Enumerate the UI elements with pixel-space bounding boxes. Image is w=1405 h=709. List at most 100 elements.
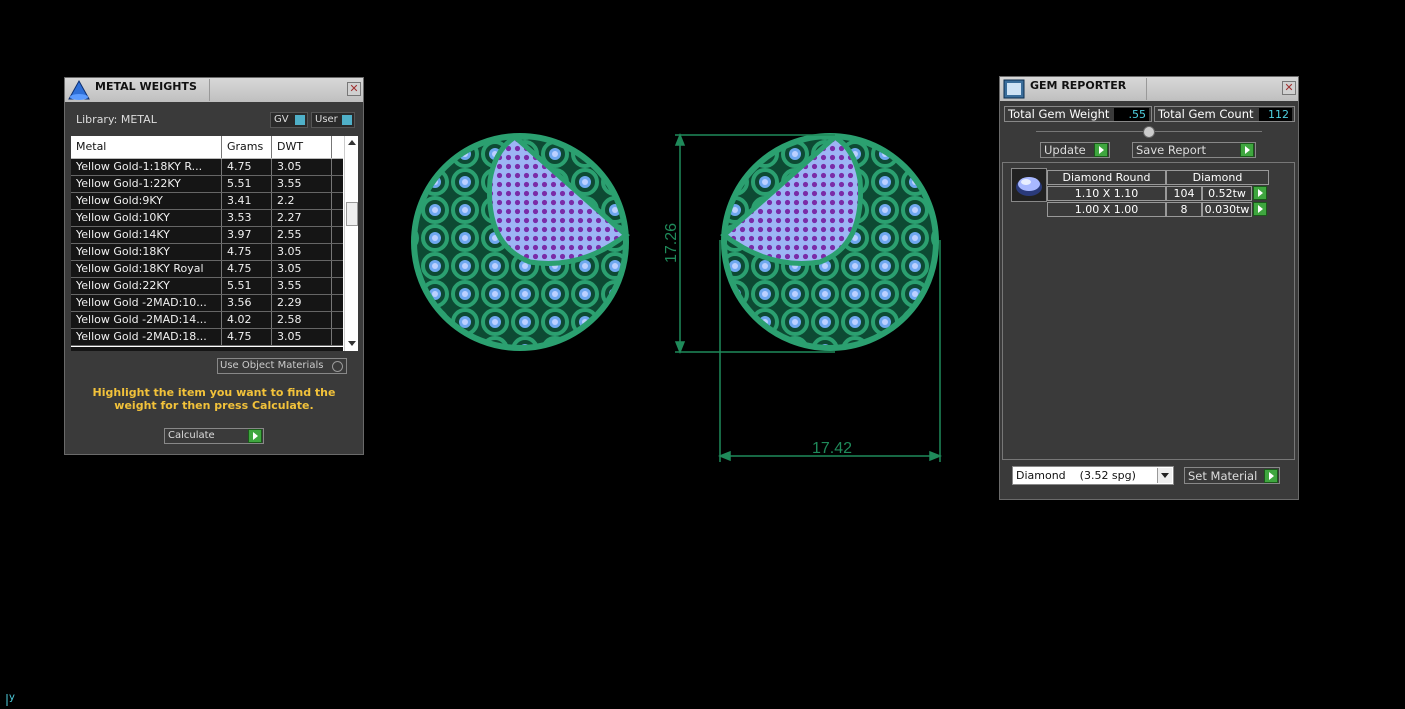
splitter-up-icon[interactable] bbox=[1143, 126, 1155, 138]
metal-table-header: Metal Grams DWT bbox=[71, 136, 343, 159]
col-sep bbox=[271, 329, 272, 345]
col-sep bbox=[331, 261, 332, 277]
col-sep bbox=[271, 176, 272, 192]
scroll-down-icon[interactable] bbox=[348, 341, 356, 346]
table-row-partial[interactable] bbox=[71, 347, 343, 351]
chevron-down-icon[interactable] bbox=[1157, 468, 1172, 483]
col-sep bbox=[331, 210, 332, 226]
table-row[interactable]: Yellow Gold-1:22KY 5.51 3.55 bbox=[71, 176, 343, 193]
metal-table[interactable]: Metal Grams DWT Yellow Gold-1:18KY R... 4… bbox=[71, 136, 358, 351]
metal-grams: 4.75 bbox=[227, 262, 252, 275]
table-row[interactable]: Yellow Gold:18KY 4.75 3.05 bbox=[71, 244, 343, 261]
save-report-button[interactable]: Save Report bbox=[1132, 142, 1256, 158]
col-sep bbox=[221, 312, 222, 328]
play-icon bbox=[1264, 469, 1278, 483]
col-sep bbox=[331, 329, 332, 345]
col-sep bbox=[271, 210, 272, 226]
col-sep bbox=[331, 136, 332, 158]
col-sep bbox=[271, 244, 272, 260]
close-icon[interactable]: ✕ bbox=[347, 82, 361, 96]
col-sep bbox=[331, 312, 332, 328]
table-row[interactable]: Yellow Gold -2MAD:18... 4.75 3.05 bbox=[71, 329, 343, 346]
play-icon bbox=[1094, 143, 1108, 157]
col-metal[interactable]: Metal bbox=[76, 140, 106, 153]
right-earring-pave-section bbox=[720, 133, 863, 266]
material-select[interactable]: Diamond (3.52 spg) bbox=[1012, 466, 1174, 485]
metal-grams: 4.75 bbox=[227, 245, 252, 258]
library-label: Library: METAL bbox=[76, 113, 157, 126]
col-sep bbox=[331, 244, 332, 260]
user-toggle[interactable]: User bbox=[311, 112, 355, 128]
col-dwt[interactable]: DWT bbox=[277, 140, 303, 153]
table-row[interactable]: Yellow Gold -2MAD:14... 4.02 2.58 bbox=[71, 312, 343, 329]
col-sep bbox=[271, 278, 272, 294]
diamond-icon bbox=[1016, 177, 1042, 196]
metal-name: Yellow Gold-1:22KY bbox=[76, 177, 181, 190]
table-row[interactable]: Yellow Gold:9KY 3.41 2.2 bbox=[71, 193, 343, 210]
col-sep bbox=[221, 295, 222, 311]
col-sep bbox=[221, 329, 222, 345]
metal-name: Yellow Gold -2MAD:14... bbox=[76, 313, 207, 326]
play-icon bbox=[248, 429, 262, 443]
metal-weights-title: METAL WEIGHTS bbox=[95, 80, 197, 93]
dimension-width: 17.42 bbox=[812, 440, 852, 457]
user-toggle-indicator bbox=[342, 115, 352, 125]
metal-dwt: 3.05 bbox=[277, 330, 302, 343]
metal-name: Yellow Gold:18KY Royal bbox=[76, 262, 204, 275]
metal-dwt: 2.29 bbox=[277, 296, 302, 309]
metal-weights-panel: METAL WEIGHTS ✕ Library: METAL GV User M… bbox=[64, 77, 364, 455]
use-object-materials-button[interactable]: Use Object Materials bbox=[217, 358, 347, 374]
set-material-button[interactable]: Set Material bbox=[1184, 467, 1280, 484]
scroll-up-icon[interactable] bbox=[348, 140, 356, 145]
col-sep bbox=[221, 193, 222, 209]
dimension-lines bbox=[674, 132, 943, 462]
right-earring bbox=[720, 133, 939, 351]
left-earring bbox=[411, 133, 630, 351]
calculate-button[interactable]: Calculate bbox=[164, 428, 264, 444]
table-row[interactable]: Yellow Gold:18KY Royal 4.75 3.05 bbox=[71, 261, 343, 278]
col-sep bbox=[331, 278, 332, 294]
gem-reporter-titlebar[interactable]: GEM REPORTER ✕ bbox=[1000, 77, 1298, 101]
gem-select-icon[interactable] bbox=[1253, 186, 1267, 200]
metal-table-scrollbar[interactable] bbox=[344, 136, 358, 351]
metal-dwt: 3.05 bbox=[277, 262, 302, 275]
metal-dwt: 3.05 bbox=[277, 160, 302, 173]
metal-grams: 3.41 bbox=[227, 194, 252, 207]
metal-weights-titlebar[interactable]: METAL WEIGHTS ✕ bbox=[65, 78, 363, 102]
gem-size: 1.10 X 1.10 bbox=[1047, 186, 1166, 201]
gem-weight: 0.030tw bbox=[1202, 202, 1252, 217]
col-sep bbox=[331, 227, 332, 243]
metal-dwt: 2.58 bbox=[277, 313, 302, 326]
gem-reporter-title: GEM REPORTER bbox=[1030, 79, 1127, 92]
title-divider bbox=[209, 79, 210, 101]
gem-list-area[interactable]: Diamond Round Diamond 1.10 X 1.10 104 0.52… bbox=[1002, 162, 1295, 460]
set-material-label: Set Material bbox=[1188, 469, 1258, 483]
metal-grams: 3.97 bbox=[227, 228, 252, 241]
table-row[interactable]: Yellow Gold-1:18KY R... 4.75 3.05 bbox=[71, 159, 343, 176]
gem-reporter-panel: GEM REPORTER ✕ Total Gem Weight .55 Tota… bbox=[999, 76, 1299, 500]
col-grams[interactable]: Grams bbox=[227, 140, 263, 153]
gem-thumbnail[interactable] bbox=[1011, 168, 1047, 202]
scroll-thumb[interactable] bbox=[346, 202, 358, 226]
metal-dwt: 3.55 bbox=[277, 279, 302, 292]
table-row[interactable]: Yellow Gold:10KY 3.53 2.27 bbox=[71, 210, 343, 227]
use-object-materials-label: Use Object Materials bbox=[220, 360, 324, 371]
update-button[interactable]: Update bbox=[1040, 142, 1110, 158]
metal-dwt: 3.05 bbox=[277, 245, 302, 258]
gem-select-icon[interactable] bbox=[1253, 202, 1267, 216]
gv-toggle[interactable]: GV bbox=[270, 112, 308, 128]
table-row[interactable]: Yellow Gold -2MAD:10... 3.56 2.29 bbox=[71, 295, 343, 312]
metal-grams: 3.53 bbox=[227, 211, 252, 224]
col-sep bbox=[221, 278, 222, 294]
close-icon[interactable]: ✕ bbox=[1282, 81, 1296, 95]
metal-grams: 4.75 bbox=[227, 160, 252, 173]
metal-name: Yellow Gold:10KY bbox=[76, 211, 170, 224]
table-row[interactable]: Yellow Gold:22KY 5.51 3.55 bbox=[71, 278, 343, 295]
col-sep bbox=[271, 193, 272, 209]
metal-name: Yellow Gold:14KY bbox=[76, 228, 170, 241]
col-sep bbox=[221, 261, 222, 277]
col-sep bbox=[221, 176, 222, 192]
total-gem-count-label: Total Gem Count bbox=[1158, 107, 1254, 121]
table-row[interactable]: Yellow Gold:14KY 3.97 2.55 bbox=[71, 227, 343, 244]
gem-table-header-cut: Diamond Round bbox=[1047, 170, 1166, 185]
